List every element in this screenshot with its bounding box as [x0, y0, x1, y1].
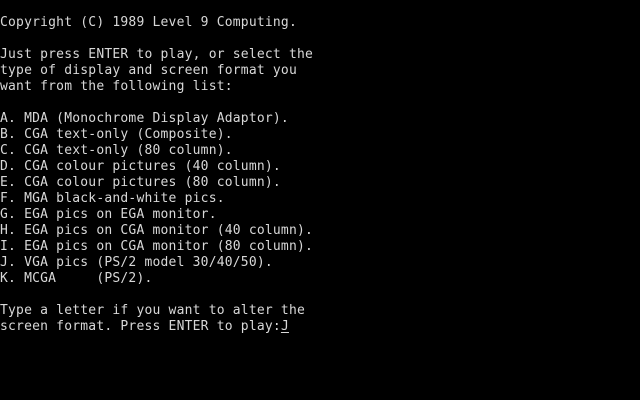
option-a-mda[interactable]: A. MDA (Monochrome Display Adaptor).	[0, 111, 640, 127]
display-options-list: A. MDA (Monochrome Display Adaptor). B. …	[0, 111, 640, 287]
option-b-cga-composite[interactable]: B. CGA text-only (Composite).	[0, 127, 640, 143]
option-i-ega-cga-80[interactable]: I. EGA pics on CGA monitor (80 column).	[0, 239, 640, 255]
intro-line-3: want from the following list:	[0, 79, 233, 94]
option-j-vga[interactable]: J. VGA pics (PS/2 model 30/40/50).	[0, 255, 640, 271]
intro-line-2: type of display and screen format you	[0, 63, 297, 78]
text-input-cursor[interactable]: J	[281, 319, 289, 334]
option-h-ega-cga-40[interactable]: H. EGA pics on CGA monitor (40 column).	[0, 223, 640, 239]
intro-line-1: Just press ENTER to play, or select the	[0, 47, 314, 62]
prompt-line-1: Type a letter if you want to alter the	[0, 303, 306, 318]
copyright-line: Copyright (C) 1989 Level 9 Computing.	[0, 15, 297, 30]
option-k-mcga[interactable]: K. MCGA (PS/2).	[0, 271, 640, 287]
option-g-ega-ega-monitor[interactable]: G. EGA pics on EGA monitor.	[0, 207, 640, 223]
prompt-line-2: screen format. Press ENTER to play:J	[0, 319, 640, 335]
option-f-mga-bw[interactable]: F. MGA black-and-white pics.	[0, 191, 640, 207]
dos-text-screen: Copyright (C) 1989 Level 9 Computing. Ju…	[0, 15, 640, 335]
option-c-cga-80-column[interactable]: C. CGA text-only (80 column).	[0, 143, 640, 159]
option-d-cga-colour-40[interactable]: D. CGA colour pictures (40 column).	[0, 159, 640, 175]
prompt-label: screen format. Press ENTER to play:	[0, 319, 281, 334]
option-e-cga-colour-80[interactable]: E. CGA colour pictures (80 column).	[0, 175, 640, 191]
